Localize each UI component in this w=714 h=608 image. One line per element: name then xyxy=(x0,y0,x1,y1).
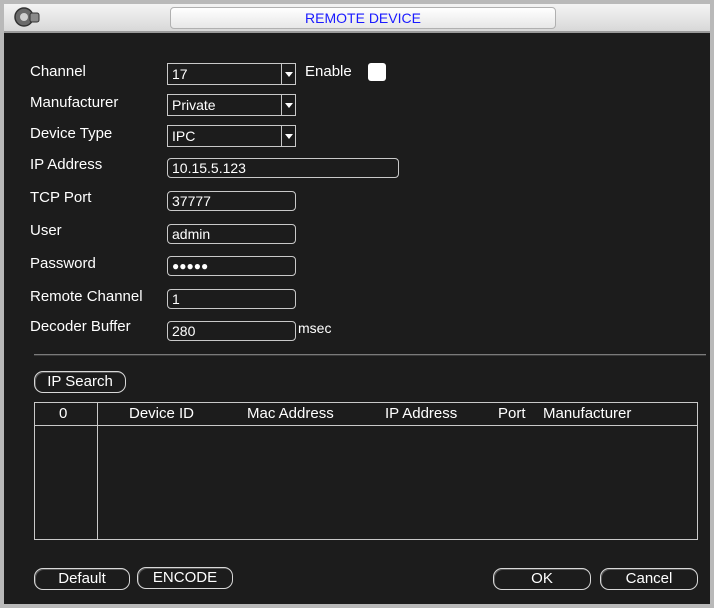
device-type-select-value: IPC xyxy=(172,128,196,144)
column-header-device-id: Device ID xyxy=(129,405,195,422)
decoder-buffer-unit: msec xyxy=(298,320,332,336)
device-type-label: Device Type xyxy=(30,125,113,142)
section-divider xyxy=(34,354,706,356)
decoder-buffer-input[interactable] xyxy=(167,321,296,341)
tcp-port-label: TCP Port xyxy=(30,189,92,206)
column-header-index: 0 xyxy=(59,405,68,422)
cancel-button[interactable]: Cancel xyxy=(600,568,698,590)
enable-checkbox[interactable] xyxy=(368,63,386,81)
table-column-divider xyxy=(97,403,98,539)
device-list-table[interactable]: 0 Device ID Mac Address IP Address Port … xyxy=(34,402,698,540)
column-header-mac-address: Mac Address xyxy=(247,405,334,422)
table-header: 0 Device ID Mac Address IP Address Port … xyxy=(35,403,697,426)
remote-channel-input[interactable] xyxy=(167,289,296,309)
password-label: Password xyxy=(30,255,96,272)
manufacturer-select[interactable]: Private xyxy=(167,94,296,116)
manufacturer-label: Manufacturer xyxy=(30,94,119,111)
encode-button[interactable]: ENCODE xyxy=(137,567,233,589)
ip-search-button[interactable]: IP Search xyxy=(34,371,126,393)
user-input[interactable] xyxy=(167,224,296,244)
chevron-down-icon[interactable] xyxy=(281,95,295,115)
title-bar: REMOTE DEVICE xyxy=(4,4,710,33)
decoder-buffer-label: Decoder Buffer xyxy=(30,318,131,335)
chevron-down-icon[interactable] xyxy=(281,126,295,146)
tcp-port-input[interactable] xyxy=(167,191,296,211)
column-header-manufacturer: Manufacturer xyxy=(543,405,632,422)
password-input[interactable]: ●●●●● xyxy=(167,256,296,276)
enable-label: Enable xyxy=(305,63,352,80)
default-button[interactable]: Default xyxy=(34,568,130,590)
window-title: REMOTE DEVICE xyxy=(170,7,556,29)
column-header-ip-address: IP Address xyxy=(385,405,458,422)
ip-address-label: IP Address xyxy=(30,156,103,173)
network-device-icon xyxy=(14,7,40,27)
channel-select-value: 17 xyxy=(172,66,188,82)
remote-device-window: REMOTE DEVICE Channel 17 Enable Manufact… xyxy=(0,0,714,608)
ok-button[interactable]: OK xyxy=(493,568,591,590)
device-type-select[interactable]: IPC xyxy=(167,125,296,147)
column-header-port: Port xyxy=(498,405,526,422)
ip-address-input[interactable] xyxy=(167,158,399,178)
manufacturer-select-value: Private xyxy=(172,97,216,113)
channel-select[interactable]: 17 xyxy=(167,63,296,85)
user-label: User xyxy=(30,222,62,239)
chevron-down-icon[interactable] xyxy=(281,64,295,84)
remote-channel-label: Remote Channel xyxy=(30,288,143,305)
channel-label: Channel xyxy=(30,63,86,80)
